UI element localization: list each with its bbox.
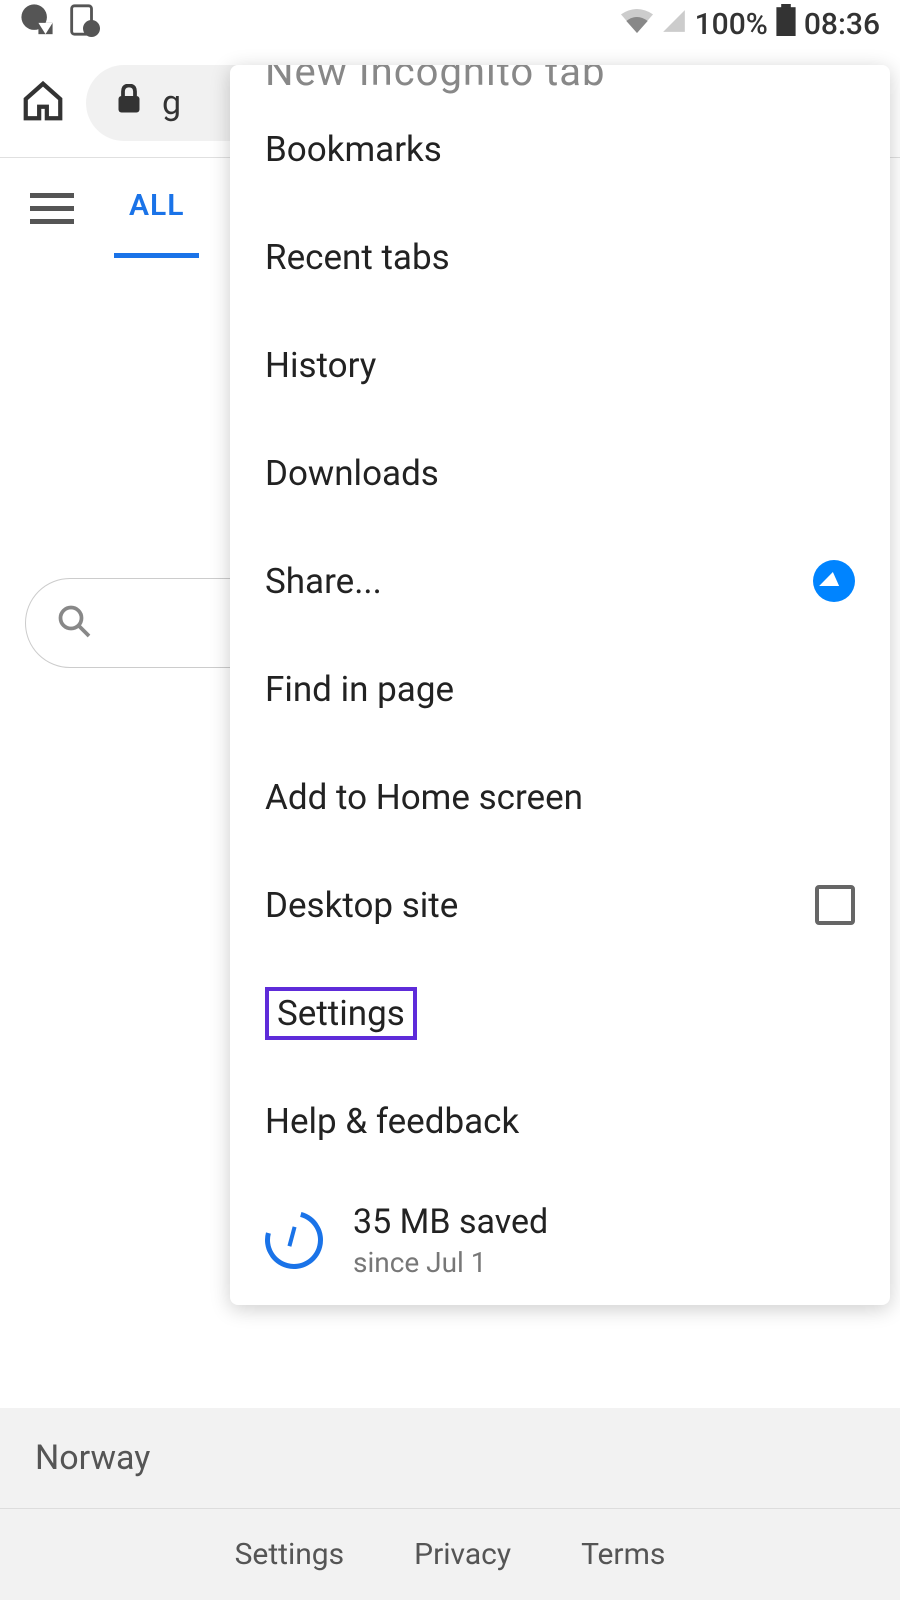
status-bar: 100% 08:36 <box>0 0 900 48</box>
signal-icon <box>661 7 687 42</box>
url-text: g <box>162 83 181 123</box>
lock-icon <box>116 83 142 123</box>
menu-item-new-incognito[interactable]: New Incognito tab <box>230 65 890 95</box>
battery-percent: 100% <box>695 7 768 42</box>
menu-item-desktop-site[interactable]: Desktop site <box>230 851 890 959</box>
menu-item-share[interactable]: Share... <box>230 527 890 635</box>
desktop-site-checkbox[interactable] <box>815 885 855 925</box>
clock-time: 08:36 <box>804 7 880 42</box>
footer-link-terms[interactable]: Terms <box>581 1537 665 1572</box>
footer-link-privacy[interactable]: Privacy <box>414 1537 511 1572</box>
menu-item-downloads[interactable]: Downloads <box>230 419 890 527</box>
app-icon <box>66 3 100 45</box>
home-icon[interactable] <box>20 78 66 128</box>
search-icon <box>56 603 92 643</box>
menu-item-add-to-home[interactable]: Add to Home screen <box>230 743 890 851</box>
tab-all[interactable]: ALL <box>114 158 199 258</box>
data-saver-subtitle: since Jul 1 <box>353 1246 548 1279</box>
hamburger-icon[interactable] <box>30 193 74 224</box>
menu-item-data-saver[interactable]: 35 MB saved since Jul 1 <box>230 1175 890 1305</box>
menu-item-history[interactable]: History <box>230 311 890 419</box>
messenger-icon <box>813 560 855 602</box>
wifi-icon <box>621 7 653 42</box>
battery-icon <box>776 4 796 44</box>
menu-item-find-in-page[interactable]: Find in page <box>230 635 890 743</box>
data-saver-title: 35 MB saved <box>353 1202 548 1242</box>
footer-link-settings[interactable]: Settings <box>235 1537 345 1572</box>
menu-item-help-feedback[interactable]: Help & feedback <box>230 1067 890 1175</box>
menu-item-settings[interactable]: Settings <box>230 959 890 1067</box>
footer: Norway Settings Privacy Terms <box>0 1408 900 1600</box>
footer-links: Settings Privacy Terms <box>0 1509 900 1600</box>
notification-icon <box>20 3 54 45</box>
menu-item-recent-tabs[interactable]: Recent tabs <box>230 203 890 311</box>
menu-item-bookmarks[interactable]: Bookmarks <box>230 95 890 203</box>
gauge-icon <box>254 1200 333 1279</box>
footer-location: Norway <box>0 1408 900 1509</box>
overflow-menu: New Incognito tab Bookmarks Recent tabs … <box>230 65 890 1305</box>
